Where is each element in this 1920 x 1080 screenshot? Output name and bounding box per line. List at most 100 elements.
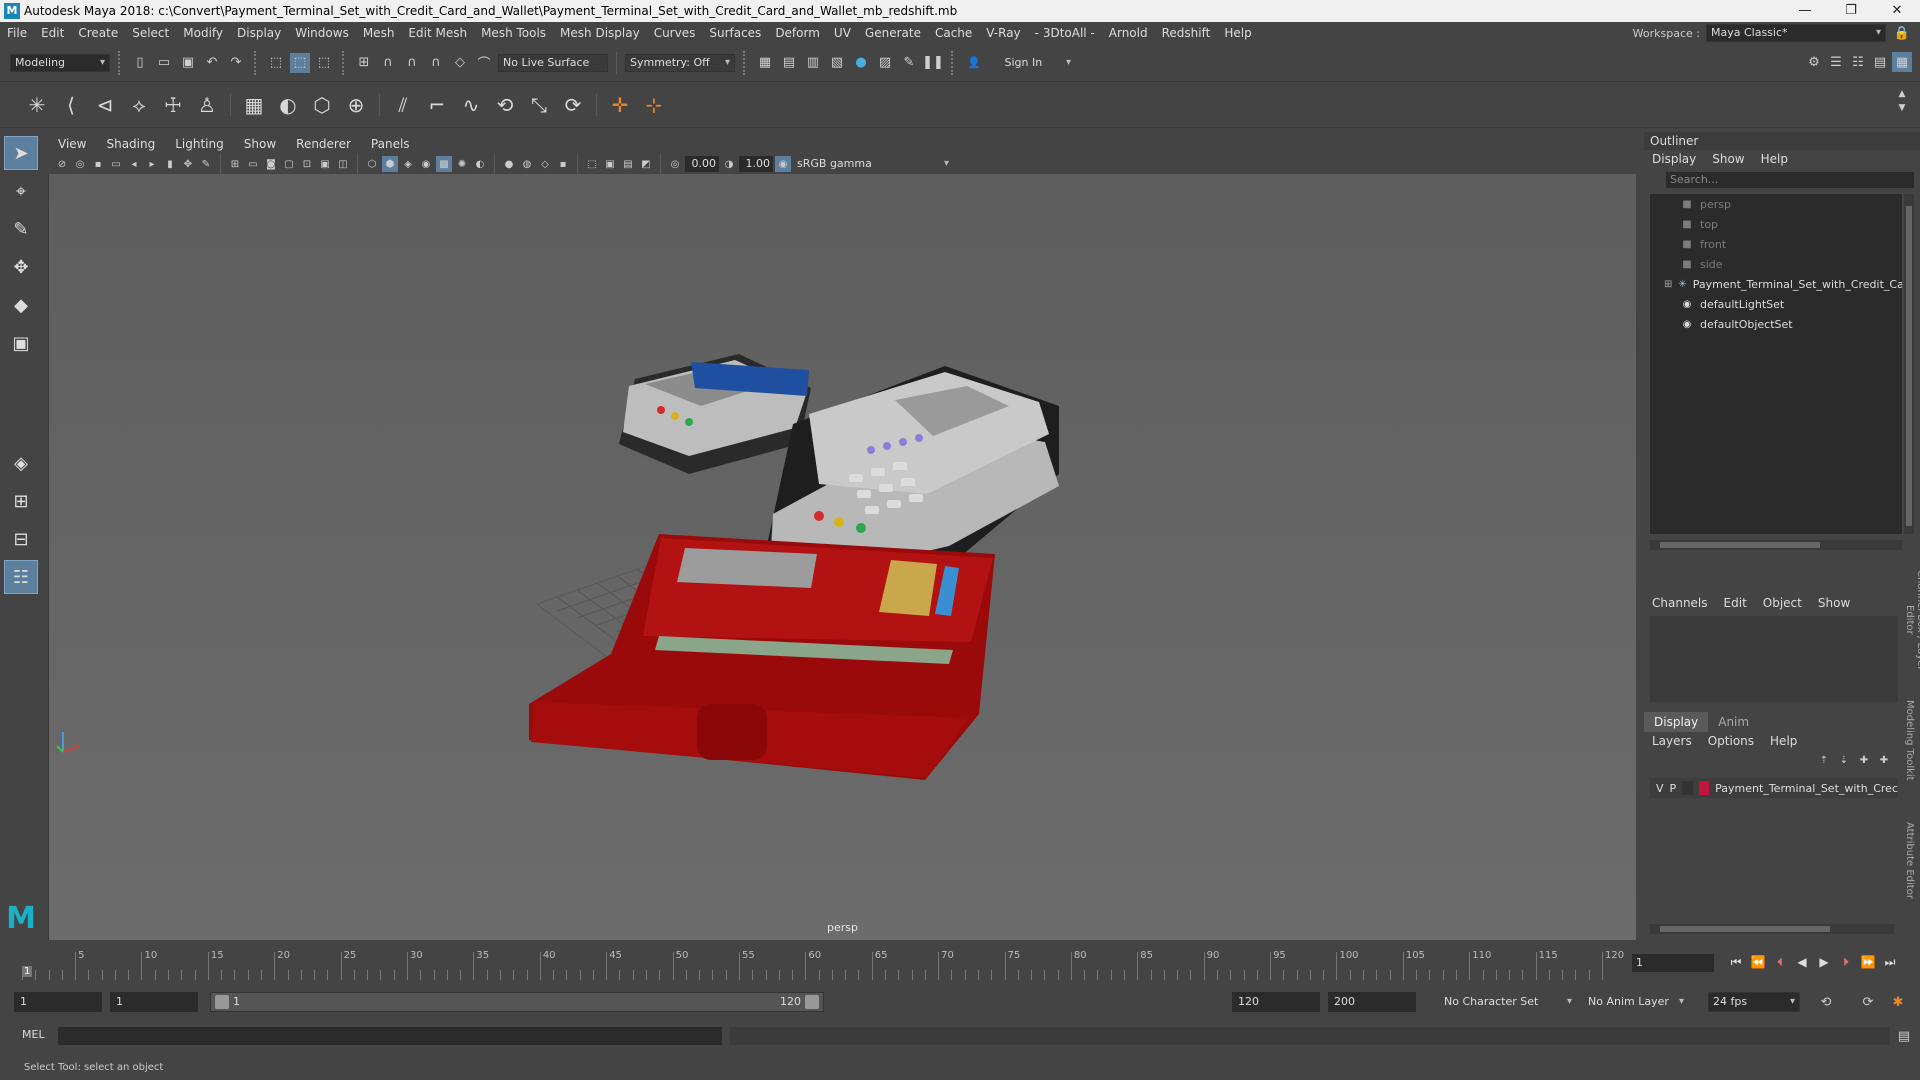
viewport-3d[interactable]: persp xyxy=(48,174,1636,940)
menu-mesh-tools[interactable]: Mesh Tools xyxy=(474,26,553,40)
layer-menu-options[interactable]: Options xyxy=(1700,734,1762,748)
shadows-icon[interactable]: ✺ xyxy=(454,156,470,172)
current-frame-field[interactable]: 1 xyxy=(1632,954,1714,972)
range-end-handle[interactable] xyxy=(805,995,819,1009)
modeling-toolkit-icon[interactable]: ⚙ xyxy=(1804,52,1824,72)
menu-create[interactable]: Create xyxy=(71,26,125,40)
save-scene-icon[interactable]: ▣ xyxy=(178,53,198,73)
new-layer-selected-icon[interactable]: ✚ xyxy=(1876,752,1892,768)
view-prev-icon[interactable]: ◂ xyxy=(126,156,142,172)
select-component-icon[interactable]: ⬚ xyxy=(314,53,334,73)
field-chart-icon[interactable]: ⊡ xyxy=(299,156,315,172)
shelf-scroll-down-icon[interactable]: ▼ xyxy=(1892,102,1912,114)
light-editor-icon[interactable]: ✎ xyxy=(899,53,919,73)
play-forward-icon[interactable]: ▶ xyxy=(1816,952,1832,972)
shelf-scroll-up-icon[interactable]: ▲ xyxy=(1892,88,1912,100)
script-editor-icon[interactable]: ▤ xyxy=(1894,1026,1914,1046)
snap-surface-icon[interactable]: ◇ xyxy=(450,53,470,73)
anti-alias-icon[interactable]: ◍ xyxy=(519,156,535,172)
play-backward-icon[interactable]: ◀ xyxy=(1794,952,1810,972)
camera-attributes-icon[interactable]: ◎ xyxy=(72,156,88,172)
go-to-end-icon[interactable]: ⏭ xyxy=(1882,952,1898,972)
character-set-dropdown[interactable]: No Character Set xyxy=(1440,992,1576,1012)
outliner-menu-show[interactable]: Show xyxy=(1704,152,1752,166)
ik-handle-icon[interactable]: ⟨ xyxy=(56,90,86,120)
twist-icon[interactable]: ⟲ xyxy=(490,90,520,120)
render-frame-icon[interactable]: ▦ xyxy=(755,53,775,73)
ik-spline-icon[interactable]: ⊲ xyxy=(90,90,120,120)
quick-rig-icon[interactable]: ♙ xyxy=(192,90,222,120)
squash-icon[interactable]: ⤡ xyxy=(524,90,554,120)
mode-dropdown[interactable]: Modeling xyxy=(10,53,110,72)
safe-action-icon[interactable]: ▣ xyxy=(317,156,333,172)
cluster-icon[interactable]: ⊕ xyxy=(341,90,371,120)
layer-color-swatch[interactable] xyxy=(1698,781,1710,795)
playback-start-field[interactable]: 1 xyxy=(110,992,198,1012)
color-space-dropdown[interactable]: sRGB gamma xyxy=(793,155,953,173)
menu-mesh-display[interactable]: Mesh Display xyxy=(553,26,647,40)
list-item[interactable]: ■ persp xyxy=(1650,194,1902,214)
exposure-icon[interactable]: ◎ xyxy=(667,156,683,172)
menu-file[interactable]: File xyxy=(0,26,34,40)
channel-box-area[interactable] xyxy=(1650,616,1898,702)
list-item[interactable]: ■ front xyxy=(1650,234,1902,254)
locator-icon[interactable]: ✛ xyxy=(605,90,635,120)
channel-box-icon[interactable]: ▤ xyxy=(1870,52,1890,72)
render-view-icon[interactable]: ▤ xyxy=(779,53,799,73)
wrap-icon[interactable]: ⬡ xyxy=(307,90,337,120)
layer-menu-layers[interactable]: Layers xyxy=(1644,734,1700,748)
sign-in-dropdown[interactable]: 👤 Sign In xyxy=(963,53,1075,72)
open-scene-icon[interactable]: ▭ xyxy=(154,53,174,73)
list-item[interactable]: ◉ defaultLightSet xyxy=(1650,294,1902,314)
lattice-icon[interactable]: ▦ xyxy=(239,90,269,120)
layer-menu-help[interactable]: Help xyxy=(1762,734,1805,748)
exposure-field[interactable]: 0.00 xyxy=(685,156,719,172)
time-ruler[interactable]: 1 5 10 15 20 25 30 35 40 45 50 55 60 65 70 75 80 85 90 95 10… xyxy=(22,944,1624,980)
motion-blur-icon[interactable]: ● xyxy=(501,156,517,172)
outliner-toggle-icon[interactable]: ▦ xyxy=(1892,52,1912,72)
backface-icon[interactable]: ◩ xyxy=(638,156,654,172)
menu-edit[interactable]: Edit xyxy=(34,26,71,40)
panel-menu-shading[interactable]: Shading xyxy=(96,137,165,151)
sculpt-icon[interactable]: ◐ xyxy=(273,90,303,120)
sine-icon[interactable]: ⟳ xyxy=(558,90,588,120)
close-button[interactable]: ✕ xyxy=(1874,0,1920,22)
workspace-dropdown[interactable]: Maya Classic* xyxy=(1706,24,1886,42)
panel-menu-panels[interactable]: Panels xyxy=(361,137,420,151)
panel-menu-lighting[interactable]: Lighting xyxy=(165,137,234,151)
list-item[interactable]: ⊞ ✳ Payment_Terminal_Set_with_Credit_Card xyxy=(1650,274,1902,294)
tab-display[interactable]: Display xyxy=(1644,712,1709,732)
color-management-icon[interactable]: ◉ xyxy=(775,156,791,172)
loop-icon[interactable]: ⟲ xyxy=(1816,992,1836,1012)
constraint-icon[interactable]: ⊹ xyxy=(639,90,669,120)
bookmark-icon[interactable]: ▪ xyxy=(90,156,106,172)
menu-cache[interactable]: Cache xyxy=(928,26,979,40)
menu-mesh[interactable]: Mesh xyxy=(356,26,402,40)
list-item[interactable]: ◉ defaultObjectSet xyxy=(1650,314,1902,334)
layout-four-icon[interactable]: ⊞ xyxy=(4,484,38,518)
menu-display[interactable]: Display xyxy=(230,26,288,40)
attribute-editor-icon[interactable]: ☰ xyxy=(1826,52,1846,72)
layer-hscroll-thumb[interactable] xyxy=(1660,926,1830,932)
menu-arnold[interactable]: Arnold xyxy=(1102,26,1155,40)
hypershade-icon[interactable]: ● xyxy=(851,53,871,73)
select-tool-icon[interactable]: ➤ xyxy=(4,136,38,170)
wave-icon[interactable]: ∿ xyxy=(456,90,486,120)
grip-handle-2[interactable] xyxy=(254,50,258,75)
snap-grid-icon[interactable]: ⊞ xyxy=(354,53,374,73)
xray-icon[interactable]: ⬚ xyxy=(584,156,600,172)
view-next-icon[interactable]: ▸ xyxy=(144,156,160,172)
side-tab-modeling-toolkit[interactable]: Modeling Toolkit xyxy=(1904,680,1915,800)
range-slider[interactable]: 1 120 xyxy=(210,992,824,1012)
grip-handle-5[interactable] xyxy=(951,50,955,75)
bookmark-2-icon[interactable]: ▮ xyxy=(162,156,178,172)
new-scene-icon[interactable]: ▯ xyxy=(130,53,150,73)
move-tool-icon[interactable]: ✥ xyxy=(4,250,38,284)
wireframe-on-shaded-icon[interactable]: ◈ xyxy=(400,156,416,172)
xray-active-icon[interactable]: ▤ xyxy=(620,156,636,172)
outliner-menu-display[interactable]: Display xyxy=(1644,152,1704,166)
2d-pan-icon[interactable]: ✥ xyxy=(180,156,196,172)
list-item[interactable]: ■ top xyxy=(1650,214,1902,234)
outliner-menu-help[interactable]: Help xyxy=(1753,152,1796,166)
panel-menu-renderer[interactable]: Renderer xyxy=(286,137,361,151)
